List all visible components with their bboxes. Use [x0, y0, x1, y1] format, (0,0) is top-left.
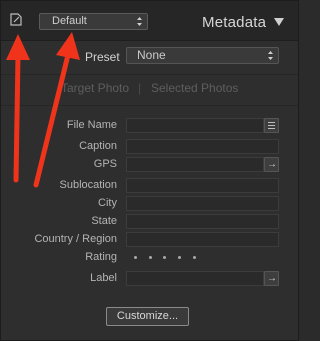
caption-field[interactable]: [126, 139, 279, 154]
caption-label: Caption: [79, 140, 117, 152]
state-label: State: [91, 215, 117, 227]
rating-dot[interactable]: [193, 256, 196, 259]
sublocation-label: Sublocation: [59, 179, 118, 191]
document-edit-icon[interactable]: [10, 13, 22, 26]
label-label: Label: [90, 272, 117, 284]
metadata-set-value: Default: [52, 15, 87, 27]
gps-goto-button[interactable]: →: [264, 157, 279, 172]
stepper-updown-icon: [137, 17, 142, 26]
label-field[interactable]: [126, 271, 264, 286]
panel-title: Metadata: [202, 14, 267, 31]
list-icon: [268, 122, 275, 129]
sublocation-field[interactable]: [126, 178, 279, 193]
panel-header: Default Metadata: [1, 1, 298, 41]
rating-dot[interactable]: [149, 256, 152, 259]
metadata-set-select[interactable]: Default: [39, 13, 148, 30]
collapse-triangle-icon[interactable]: [274, 18, 284, 26]
preset-label: Preset: [85, 50, 120, 64]
preset-select[interactable]: None: [126, 47, 279, 64]
divider: [1, 74, 298, 75]
rating-dot[interactable]: [163, 256, 166, 259]
city-field[interactable]: [126, 196, 279, 211]
label-goto-button[interactable]: →: [264, 271, 279, 286]
city-label: City: [98, 197, 117, 209]
go-to-arrow-icon: →: [267, 159, 277, 170]
go-to-arrow-icon: →: [267, 273, 277, 284]
target-toggle: Target Photo | Selected Photos: [1, 79, 298, 99]
country-region-label: Country / Region: [34, 233, 117, 245]
preset-value: None: [137, 48, 166, 62]
gps-label: GPS: [93, 158, 117, 170]
target-photo-option[interactable]: Target Photo: [61, 81, 129, 95]
file-name-label: File Name: [66, 119, 117, 131]
rating-dot[interactable]: [134, 256, 137, 259]
target-separator: |: [138, 81, 142, 95]
customize-button[interactable]: Customize...: [106, 307, 189, 326]
divider: [1, 105, 298, 106]
rating-dot[interactable]: [178, 256, 181, 259]
metadata-panel: Default Metadata Preset None Target Phot…: [0, 0, 299, 341]
stepper-updown-icon: [268, 51, 273, 60]
gps-field[interactable]: [126, 157, 264, 172]
file-name-field[interactable]: [126, 118, 264, 133]
state-field[interactable]: [126, 214, 279, 229]
selected-photos-option[interactable]: Selected Photos: [151, 81, 238, 95]
rating-label: Rating: [85, 251, 117, 263]
country-region-field[interactable]: [126, 232, 279, 247]
rating-stars[interactable]: [132, 252, 202, 262]
file-name-list-button[interactable]: [264, 118, 279, 133]
